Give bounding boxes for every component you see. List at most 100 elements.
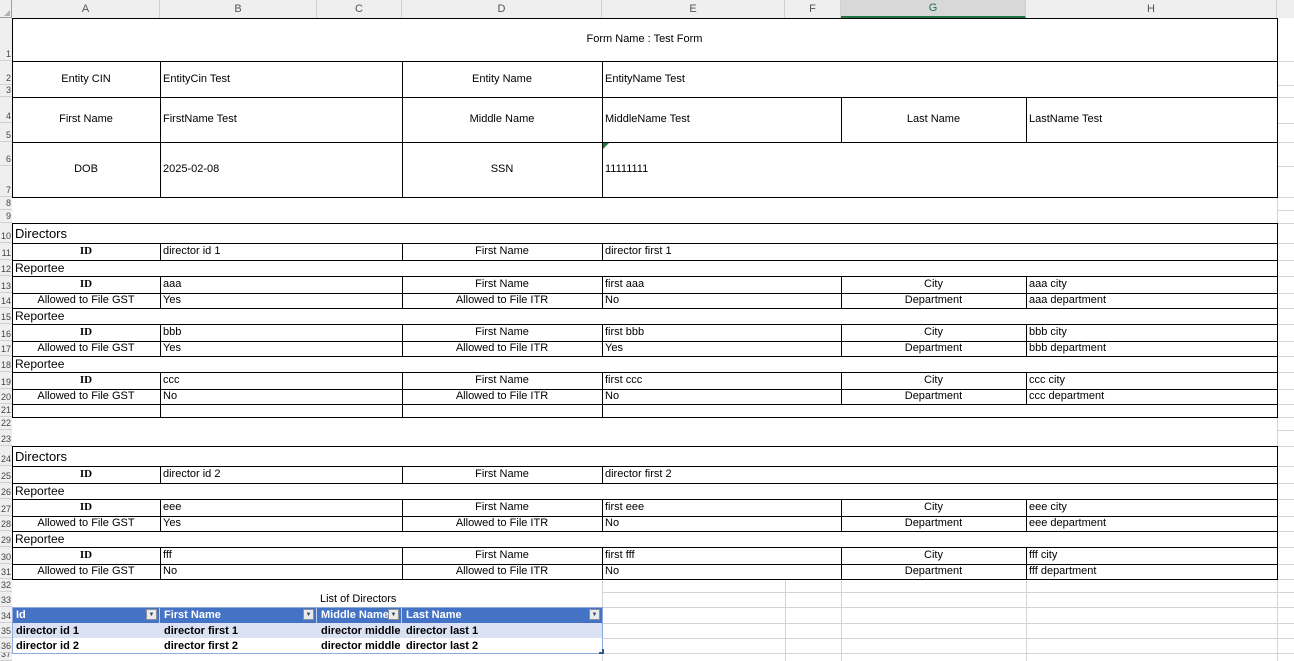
row-header-30[interactable]: 30 bbox=[0, 547, 12, 564]
cell-ssn-value[interactable]: 11111111 bbox=[602, 142, 1277, 197]
table-cell[interactable]: director id 1 bbox=[12, 623, 160, 638]
row-header-12[interactable]: 12 bbox=[0, 260, 12, 276]
cell-reportee-gst-value[interactable]: Yes bbox=[160, 516, 402, 531]
cell-middle-name-label[interactable]: Middle Name bbox=[402, 97, 602, 142]
cell-reportee-department-value[interactable]: fff department bbox=[1026, 564, 1277, 579]
row-header-10[interactable]: 10 bbox=[0, 223, 12, 243]
cell-directors-section[interactable]: Directors bbox=[12, 446, 1277, 466]
row-header-26[interactable]: 26 bbox=[0, 483, 12, 499]
column-header-B[interactable]: B bbox=[160, 0, 317, 18]
cell-reportee-first-name-value[interactable]: first ccc bbox=[602, 372, 841, 389]
cell-reportee-department-value[interactable]: ccc department bbox=[1026, 389, 1277, 404]
cell-reportee-id-value[interactable]: fff bbox=[160, 547, 402, 564]
cell-director-first-name-label[interactable]: First Name bbox=[402, 466, 602, 483]
cell-director-first-name-value[interactable]: director first 1 bbox=[602, 243, 1277, 260]
table-resize-handle[interactable] bbox=[599, 649, 604, 654]
cell-middle-name-value[interactable]: MiddleName Test bbox=[602, 97, 841, 142]
cell-director-id-label[interactable]: ID bbox=[12, 243, 160, 260]
cell-dob-label[interactable]: DOB bbox=[12, 142, 160, 197]
cell-reportee-gst-value[interactable]: No bbox=[160, 564, 402, 579]
row-header-36[interactable]: 36 bbox=[0, 638, 12, 653]
table-cell[interactable]: director last 1 bbox=[402, 623, 602, 638]
column-header-partial[interactable] bbox=[1277, 0, 1294, 18]
cell-reportee-id-label[interactable]: ID bbox=[12, 372, 160, 389]
cell-reportee-city-label[interactable]: City bbox=[841, 276, 1026, 293]
row-header-1[interactable]: 1 bbox=[0, 18, 12, 61]
table-header-id[interactable]: Id ▼ bbox=[12, 607, 160, 623]
cell-reportee-id-label[interactable]: ID bbox=[12, 499, 160, 516]
cell-first-name-label[interactable]: First Name bbox=[12, 97, 160, 142]
cell-reportee-gst-value[interactable]: No bbox=[160, 389, 402, 404]
row-header-35[interactable]: 35 bbox=[0, 623, 12, 638]
cell-reportee-city-label[interactable]: City bbox=[841, 372, 1026, 389]
cell-reportee-id-label[interactable]: ID bbox=[12, 324, 160, 341]
cell-reportee-first-name-value[interactable]: first fff bbox=[602, 547, 841, 564]
cell-director-id-value[interactable]: director id 2 bbox=[160, 466, 402, 483]
filter-button-last-name[interactable]: ▼ bbox=[589, 609, 600, 620]
cell-reportee-gst-label[interactable]: Allowed to File GST bbox=[12, 516, 160, 531]
cell-form-title[interactable]: Form Name : Test Form bbox=[12, 18, 1277, 61]
row-header-34[interactable]: 34 bbox=[0, 607, 12, 623]
select-all-corner[interactable] bbox=[0, 0, 12, 18]
cell-reportee-id-value[interactable]: aaa bbox=[160, 276, 402, 293]
cell-reportee-header[interactable]: Reportee bbox=[12, 308, 1277, 324]
table-header-first-name[interactable]: First Name ▼ bbox=[160, 607, 317, 623]
column-header-E[interactable]: E bbox=[602, 0, 785, 18]
row-header-9[interactable]: 9 bbox=[0, 210, 12, 223]
row-header-3[interactable]: 3 bbox=[0, 85, 12, 97]
column-header-G[interactable]: G bbox=[841, 0, 1026, 18]
column-header-H[interactable]: H bbox=[1026, 0, 1277, 18]
cell-reportee-department-label[interactable]: Department bbox=[841, 564, 1026, 579]
cell-reportee-first-name-value[interactable]: first eee bbox=[602, 499, 841, 516]
row-header-16[interactable]: 16 bbox=[0, 324, 12, 341]
cell-reportee-department-value[interactable]: bbb department bbox=[1026, 341, 1277, 356]
cell-reportee-department-value[interactable]: aaa department bbox=[1026, 293, 1277, 308]
cell-reportee-itr-label[interactable]: Allowed to File ITR bbox=[402, 293, 602, 308]
row-header-4[interactable]: 4 bbox=[0, 97, 12, 123]
cell-reportee-city-value[interactable]: eee city bbox=[1026, 499, 1277, 516]
cell-reportee-header[interactable]: Reportee bbox=[12, 356, 1277, 372]
cell-reportee-first-name-label[interactable]: First Name bbox=[402, 372, 602, 389]
cell-reportee-city-label[interactable]: City bbox=[841, 324, 1026, 341]
cell-reportee-gst-value[interactable]: Yes bbox=[160, 293, 402, 308]
table-cell[interactable]: director last 2 bbox=[402, 638, 602, 653]
cell-directors-section[interactable]: Directors bbox=[12, 223, 1277, 243]
column-header-F[interactable]: F bbox=[785, 0, 841, 18]
table-cell[interactable]: director first 2 bbox=[160, 638, 317, 653]
cell-reportee-city-label[interactable]: City bbox=[841, 499, 1026, 516]
row-header-15[interactable]: 15 bbox=[0, 308, 12, 324]
cell-last-name-value[interactable]: LastName Test bbox=[1026, 97, 1277, 142]
cell-reportee-city-label[interactable]: City bbox=[841, 547, 1026, 564]
column-header-C[interactable]: C bbox=[317, 0, 402, 18]
row-header-8[interactable]: 8 bbox=[0, 197, 12, 210]
cell-reportee-itr-label[interactable]: Allowed to File ITR bbox=[402, 389, 602, 404]
row-header-17[interactable]: 17 bbox=[0, 341, 12, 356]
row-header-14[interactable]: 14 bbox=[0, 293, 12, 308]
cell-director-first-name-value[interactable]: director first 2 bbox=[602, 466, 1277, 483]
row-header-25[interactable]: 25 bbox=[0, 466, 12, 483]
cell-reportee-itr-value[interactable]: No bbox=[602, 293, 841, 308]
cell-reportee-itr-label[interactable]: Allowed to File ITR bbox=[402, 564, 602, 579]
table-header-last-name[interactable]: Last Name ▼ bbox=[402, 607, 602, 623]
cell-reportee-gst-label[interactable]: Allowed to File GST bbox=[12, 389, 160, 404]
row-header-2[interactable]: 2 bbox=[0, 61, 12, 85]
row-header-11[interactable]: 11 bbox=[0, 243, 12, 260]
row-header-37[interactable]: 37 bbox=[0, 653, 12, 661]
cell-reportee-department-label[interactable]: Department bbox=[841, 389, 1026, 404]
cell-reportee-department-label[interactable]: Department bbox=[841, 293, 1026, 308]
column-header-D[interactable]: D bbox=[402, 0, 602, 18]
column-header-A[interactable]: A bbox=[12, 0, 160, 18]
row-header-13[interactable]: 13 bbox=[0, 276, 12, 293]
row-header-5[interactable]: 5 bbox=[0, 123, 12, 142]
cell-entity-name-label[interactable]: Entity Name bbox=[402, 61, 602, 97]
cell-reportee-id-label[interactable]: ID bbox=[12, 547, 160, 564]
cell-first-name-value[interactable]: FirstName Test bbox=[160, 97, 402, 142]
table-header-middle-name[interactable]: Middle Name ▼ bbox=[317, 607, 402, 623]
cell-reportee-city-value[interactable]: aaa city bbox=[1026, 276, 1277, 293]
cell-reportee-id-value[interactable]: eee bbox=[160, 499, 402, 516]
filter-button-id[interactable]: ▼ bbox=[146, 609, 157, 620]
cell-reportee-gst-label[interactable]: Allowed to File GST bbox=[12, 341, 160, 356]
cell-reportee-department-label[interactable]: Department bbox=[841, 516, 1026, 531]
cell-reportee-header[interactable]: Reportee bbox=[12, 483, 1277, 499]
filter-button-middle-name[interactable]: ▼ bbox=[388, 609, 399, 620]
